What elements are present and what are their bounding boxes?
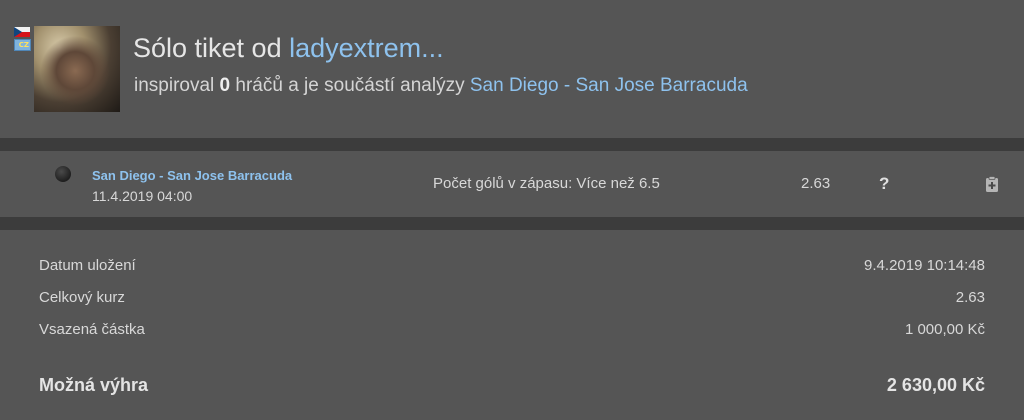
possible-win-label: Možná výhra: [39, 375, 149, 395]
avatar[interactable]: [34, 26, 120, 112]
document-icon[interactable]: [985, 176, 999, 193]
country-badge: CZ: [14, 39, 31, 51]
help-icon[interactable]: ?: [879, 174, 889, 194]
ticket-summary: Datum uložení 9.4.2019 10:14:48 Celkový …: [0, 230, 1024, 420]
match-datetime: 11.4.2019 04:00: [92, 188, 193, 204]
saved-label: Datum uložení: [39, 257, 136, 274]
subtitle-middle: hráčů a je součástí analýzy: [235, 75, 465, 96]
section-divider: [0, 217, 1024, 230]
analysis-link[interactable]: San Diego - San Jose Barracuda: [470, 75, 748, 96]
title-prefix: Sólo tiket od: [133, 33, 282, 63]
bet-row: San Diego - San Jose Barracuda 11.4.2019…: [0, 151, 1024, 217]
stake-label: Vsazená částka: [39, 321, 145, 338]
inspired-count: 0: [219, 75, 231, 96]
saved-value: 9.4.2019 10:14:48: [864, 257, 985, 274]
ticket-subtitle: inspiroval 0 hráčů a je součástí analýzy…: [134, 75, 748, 97]
subtitle-prefix: inspiroval: [134, 75, 215, 96]
total-odds-value: 2.63: [955, 289, 985, 306]
match-link[interactable]: San Diego - San Jose Barracuda: [92, 168, 292, 183]
section-divider: [0, 138, 1024, 151]
stake-value: 1 000,00 Kč: [904, 321, 985, 338]
possible-win-value: 2 630,00 Kč: [886, 375, 985, 395]
total-odds-label: Celkový kurz: [39, 289, 125, 306]
ticket-header: CZ Sólo tiket od ladyextrem... inspirova…: [0, 0, 1024, 138]
page-title: Sólo tiket od ladyextrem...: [133, 33, 444, 64]
unresolved-dot-icon: [55, 166, 71, 182]
czech-flag-icon: [14, 27, 30, 37]
bet-pick: Počet gólů v zápasu: Více než 6.5: [433, 175, 660, 192]
username-link[interactable]: ladyextrem...: [289, 33, 444, 63]
bet-odds: 2.63: [801, 175, 831, 192]
